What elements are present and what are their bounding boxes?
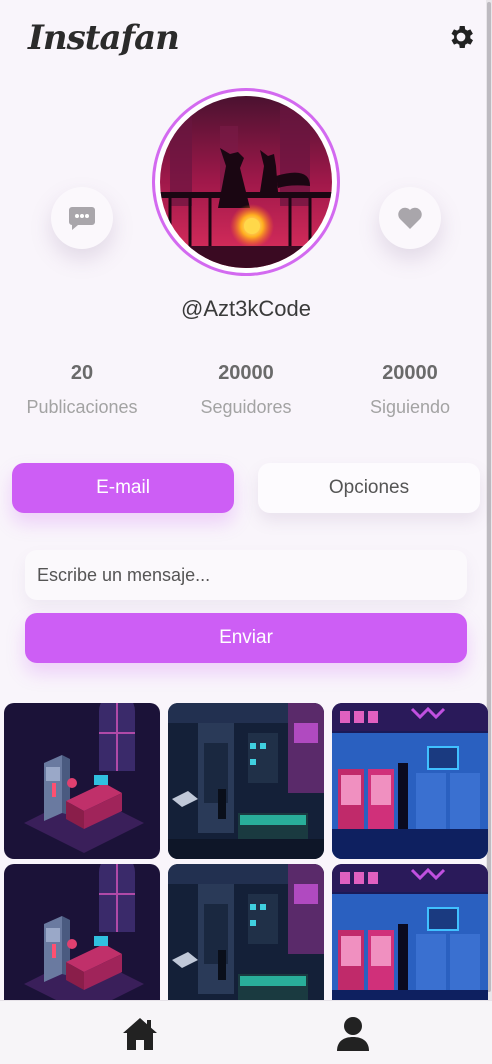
gallery-item[interactable] [168, 864, 324, 1000]
chat-bubble-icon [69, 207, 95, 230]
stat-value: 20000 [218, 362, 274, 384]
gallery-image-isometric-room [4, 864, 160, 1000]
gallery-image-arcade-storefront [332, 703, 488, 859]
gallery-image-neon-shop [168, 703, 324, 859]
user-icon[interactable] [334, 1015, 372, 1053]
message-input[interactable] [25, 550, 467, 600]
stat-value: 20 [70, 362, 94, 384]
tab-options[interactable]: Opciones [258, 463, 480, 513]
app-header: Instafan [0, 0, 486, 80]
stat-value: 20000 [382, 362, 438, 384]
gallery-image-neon-shop [168, 864, 324, 1000]
app-logo-title: Instafan [28, 18, 180, 58]
stat-label: Siguiendo [369, 397, 451, 417]
stat-seguidores[interactable]: 20000 Seguidores [164, 362, 328, 418]
gallery-item[interactable] [4, 703, 160, 859]
stat-label: Publicaciones [26, 397, 138, 417]
gear-icon[interactable] [446, 22, 476, 52]
gallery-image-isometric-room [4, 703, 160, 859]
gallery-item[interactable] [332, 703, 488, 859]
profile-avatar[interactable] [152, 88, 340, 276]
profile-username: @Azt3kCode [181, 296, 311, 321]
send-button[interactable]: Enviar [25, 613, 467, 663]
photo-gallery [4, 703, 488, 1000]
like-button[interactable] [379, 187, 441, 249]
avatar-image [160, 96, 332, 268]
heart-icon [398, 207, 422, 229]
gallery-item[interactable] [168, 703, 324, 859]
bottom-navigation [0, 1000, 492, 1064]
tab-email[interactable]: E-mail [12, 463, 234, 513]
gallery-item[interactable] [332, 864, 488, 1000]
stat-siguiendo[interactable]: 20000 Siguiendo [328, 362, 492, 418]
stat-label: Seguidores [200, 397, 292, 417]
profile-stats: 20 Publicaciones 20000 Seguidores 20000 … [0, 362, 492, 432]
gallery-image-arcade-storefront [332, 864, 488, 1000]
gallery-item[interactable] [4, 864, 160, 1000]
message-button[interactable] [51, 187, 113, 249]
home-icon[interactable] [121, 1015, 159, 1053]
stat-publicaciones[interactable]: 20 Publicaciones [0, 362, 164, 418]
